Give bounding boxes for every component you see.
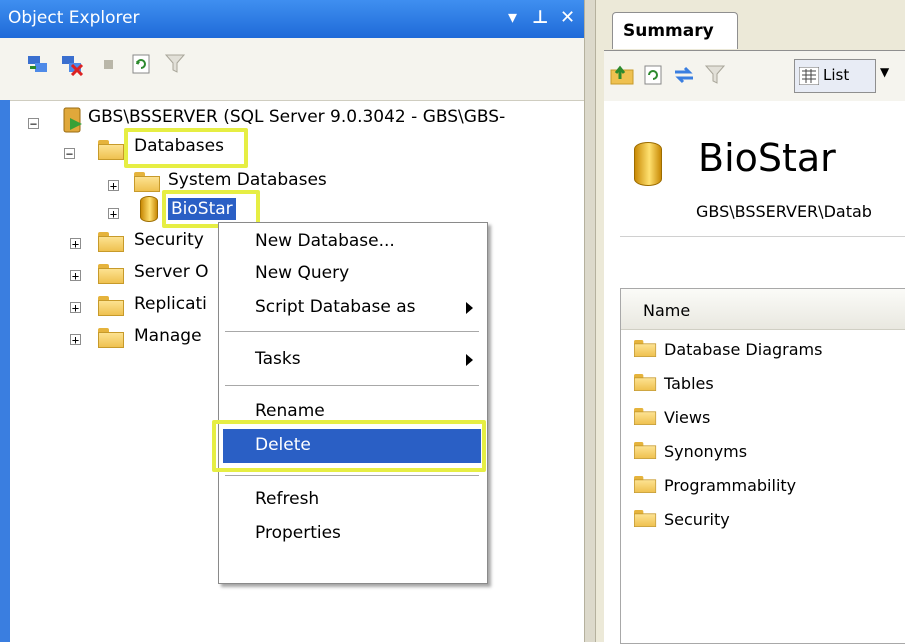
folder-icon: [98, 264, 124, 284]
menu-separator: [225, 385, 479, 386]
object-explorer-toolbar: [0, 38, 584, 101]
menu-item-new-query[interactable]: New Query: [255, 263, 349, 283]
folder-icon: [98, 232, 124, 252]
biostar-node-label[interactable]: BioStar: [168, 198, 236, 220]
collapse-icon[interactable]: −: [64, 148, 75, 160]
connect-icon[interactable]: [26, 52, 50, 76]
database-icon: [634, 142, 662, 186]
pane-left-border: [0, 100, 10, 642]
menu-item-refresh[interactable]: Refresh: [255, 489, 319, 509]
view-list-button[interactable]: List: [794, 59, 876, 93]
server-objects-node-label[interactable]: Server O: [134, 262, 209, 282]
close-icon[interactable]: ✕: [560, 7, 575, 28]
filter-icon[interactable]: [704, 63, 728, 87]
summary-toolbar: List ▼: [604, 50, 905, 101]
submenu-arrow-icon: [466, 354, 473, 366]
summary-db-title: BioStar: [698, 136, 836, 180]
server-icon: [62, 106, 84, 134]
list-item[interactable]: Programmability: [664, 476, 796, 495]
object-explorer-title: Object Explorer: [8, 8, 140, 28]
tab-summary[interactable]: Summary: [612, 12, 738, 49]
menu-separator: [225, 475, 479, 476]
database-icon: [140, 196, 158, 222]
management-node-label[interactable]: Manage: [134, 326, 202, 346]
list-item[interactable]: Security: [664, 510, 730, 529]
disconnect-icon[interactable]: [60, 52, 84, 77]
system-databases-node-label[interactable]: System Databases: [168, 170, 327, 190]
expand-icon[interactable]: +: [70, 270, 81, 282]
list-item[interactable]: Database Diagrams: [664, 340, 822, 359]
summary-db-path: GBS\BSSERVER\Datab: [696, 202, 872, 221]
sync-icon[interactable]: [672, 63, 696, 87]
menu-item-new-database[interactable]: New Database...: [255, 231, 395, 251]
menu-separator: [225, 331, 479, 332]
folder-icon: [98, 140, 124, 160]
delete-highlight-box: [212, 420, 486, 472]
expand-icon[interactable]: +: [70, 334, 81, 346]
folder-icon: [634, 374, 657, 391]
menu-item-properties[interactable]: Properties: [255, 523, 341, 543]
context-menu: New Database... New Query Script Databas…: [218, 222, 488, 584]
replication-node-label[interactable]: Replicati: [134, 294, 207, 314]
menu-item-rename[interactable]: Rename: [255, 401, 325, 421]
up-folder-icon[interactable]: [610, 63, 634, 87]
expand-icon[interactable]: +: [108, 180, 119, 192]
list-item[interactable]: Synonyms: [664, 442, 747, 461]
folder-icon: [634, 408, 657, 425]
menu-item-tasks[interactable]: Tasks: [255, 349, 301, 369]
collapse-icon[interactable]: −: [28, 118, 39, 130]
view-list-label: List: [823, 66, 850, 84]
pane-splitter[interactable]: [584, 0, 596, 642]
filter-icon[interactable]: [164, 52, 188, 76]
security-node-label[interactable]: Security: [134, 230, 204, 250]
dropdown-icon[interactable]: ▼: [880, 65, 889, 79]
databases-highlight-box: [124, 128, 248, 168]
folder-icon: [634, 476, 657, 493]
server-node-label[interactable]: GBS\BSSERVER (SQL Server 9.0.3042 - GBS\…: [88, 107, 505, 127]
expand-icon[interactable]: +: [70, 238, 81, 250]
list-item[interactable]: Tables: [664, 374, 714, 393]
refresh-icon[interactable]: [130, 52, 154, 76]
dropdown-icon[interactable]: ▾: [508, 7, 517, 28]
folder-icon: [98, 328, 124, 348]
tab-summary-label: Summary: [623, 21, 714, 41]
expand-icon[interactable]: +: [70, 302, 81, 314]
list-item[interactable]: Views: [664, 408, 710, 427]
menu-item-script-database-as[interactable]: Script Database as: [255, 297, 416, 317]
stop-icon[interactable]: [98, 52, 122, 76]
object-explorer-titlebar: Object Explorer ▾ ⊥ ✕: [0, 0, 584, 38]
folder-icon: [634, 442, 657, 459]
list-view-icon: [799, 67, 819, 85]
list-header-name[interactable]: Name: [643, 301, 690, 320]
pin-icon[interactable]: ⊥: [532, 7, 548, 28]
folder-icon: [634, 340, 657, 357]
summary-divider: [620, 236, 905, 237]
folder-icon: [98, 296, 124, 316]
list-header[interactable]: Name: [621, 289, 905, 330]
submenu-arrow-icon: [466, 302, 473, 314]
folder-icon: [634, 510, 657, 527]
expand-icon[interactable]: +: [108, 208, 119, 220]
refresh-icon[interactable]: [642, 63, 666, 87]
folder-icon: [134, 172, 160, 192]
